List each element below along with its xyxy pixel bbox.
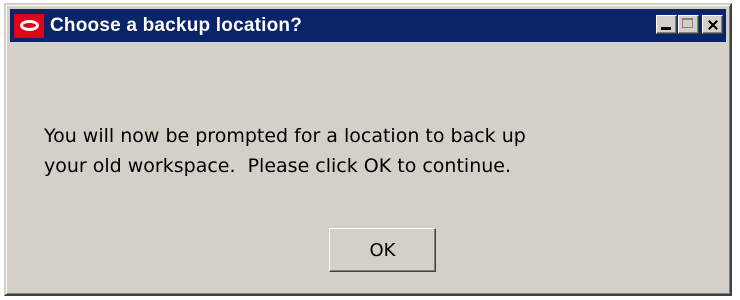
minimize-icon[interactable] xyxy=(656,15,677,34)
close-icon[interactable] xyxy=(702,15,723,34)
title-bar[interactable]: Choose a backup location? xyxy=(10,9,726,42)
ok-button[interactable]: OK xyxy=(329,228,436,272)
maximize-icon[interactable] xyxy=(678,15,699,34)
backup-location-dialog: Choose a backup location? You will now b… xyxy=(4,3,732,296)
message-line-1: You will now be prompted for a location … xyxy=(44,125,526,147)
oracle-logo-icon xyxy=(14,13,44,38)
message-line-2: your old workspace. Please click OK to c… xyxy=(44,155,512,177)
dialog-title: Choose a backup location? xyxy=(50,14,303,36)
window-controls xyxy=(655,15,723,34)
dialog-message: You will now be prompted for a location … xyxy=(44,121,724,181)
